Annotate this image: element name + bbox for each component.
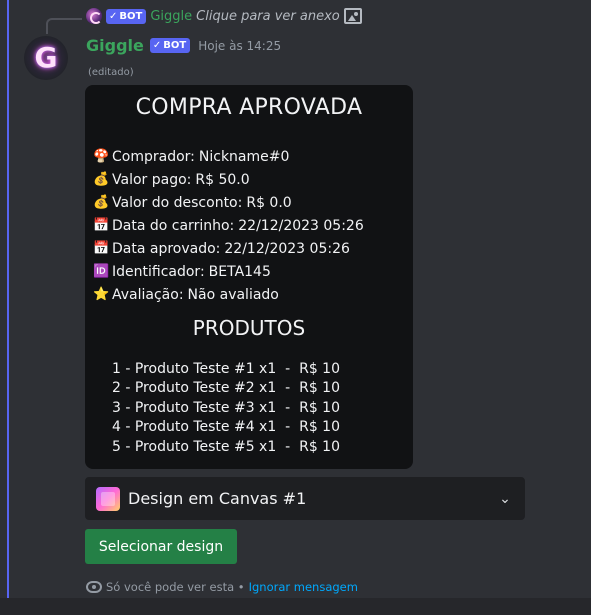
product-item: 5 - Produto Teste #5 x1 - R$ 10: [112, 438, 340, 455]
money-icon: 💰: [93, 195, 110, 210]
info-label: Identificador:: [112, 263, 205, 280]
reply-preview[interactable]: ✓ BOT Giggle Clique para ver anexo: [86, 8, 362, 24]
product-item: 2 - Produto Teste #2 x1 - R$ 10: [112, 380, 340, 397]
product-item: 1 - Produto Teste #1 x1 - R$ 10: [112, 361, 340, 377]
star-icon: ⭐: [93, 287, 110, 302]
products-title: PRODUTOS: [192, 316, 306, 340]
info-row-discount: 💰 Valor do desconto: R$ 0.0: [93, 191, 364, 214]
info-value: 22/12/2023 05:26: [224, 240, 350, 257]
info-label: Comprador:: [112, 148, 195, 165]
receipt-info: 🍄 Comprador: Nickname#0 💰 Valor pago: R$…: [93, 145, 364, 306]
check-icon: ✓: [109, 10, 118, 22]
edited-label: (editado): [88, 67, 134, 78]
id-icon: 🆔: [93, 264, 110, 279]
info-label: Data do carrinho:: [112, 217, 235, 234]
chevron-down-icon[interactable]: ⌄: [496, 491, 514, 507]
info-label: Data aprovado:: [112, 240, 221, 257]
info-value: R$ 0.0: [246, 194, 292, 211]
info-value: R$ 50.0: [195, 171, 250, 188]
info-row-buyer: 🍄 Comprador: Nickname#0: [93, 145, 364, 168]
info-value: Nickname#0: [198, 148, 290, 165]
info-row-paid: 💰 Valor pago: R$ 50.0: [93, 168, 364, 191]
select-value: Design em Canvas #1: [128, 489, 307, 508]
info-row-rating: ⭐ Avaliação: Não avaliado: [93, 283, 364, 306]
calendar-icon: 📅: [93, 241, 110, 256]
reply-avatar[interactable]: [86, 8, 102, 24]
products-list: 1 - Produto Teste #1 x1 - R$ 10 2 - Prod…: [112, 361, 340, 458]
reply-bot-badge: ✓ BOT: [106, 8, 147, 24]
bottom-strip: [0, 598, 591, 615]
calendar-icon: 📅: [93, 218, 110, 233]
info-label: Valor do desconto:: [112, 194, 243, 211]
reply-author[interactable]: Giggle: [150, 9, 192, 24]
info-row-identifier: 🆔 Identificador: BETA145: [93, 260, 364, 283]
check-icon: ✓: [152, 40, 162, 51]
info-value: BETA145: [208, 263, 271, 280]
reply-spine: [46, 18, 82, 34]
select-design-button[interactable]: Selecionar design: [85, 529, 237, 564]
info-row-cart-date: 📅 Data do carrinho: 22/12/2023 05:26: [93, 214, 364, 237]
bot-badge-label: BOT: [163, 40, 187, 51]
avatar[interactable]: G: [24, 36, 68, 80]
author-name[interactable]: Giggle: [86, 36, 144, 55]
info-row-approved-date: 📅 Data aprovado: 22/12/2023 05:26: [93, 237, 364, 260]
dismiss-message-link[interactable]: Ignorar mensagem: [249, 580, 358, 594]
product-item: 3 - Produto Teste #3 x1 - R$ 10: [112, 399, 340, 416]
highlight-bar: [7, 0, 9, 598]
bot-badge: ✓ BOT: [149, 38, 191, 53]
eye-icon: [86, 581, 102, 593]
product-item: 4 - Produto Teste #4 x1 - R$ 10: [112, 419, 340, 436]
buyer-icon: 🍄: [93, 149, 110, 164]
design-select-menu[interactable]: Design em Canvas #1 ⌄: [85, 477, 525, 520]
info-value: Não avaliado: [187, 286, 279, 303]
info-label: Avaliação:: [112, 286, 184, 303]
receipt-title: COMPRA APROVADA: [135, 95, 363, 120]
money-icon: 💰: [93, 172, 110, 187]
avatar-logo: G: [34, 41, 58, 74]
receipt-image[interactable]: COMPRA APROVADA 🍄 Comprador: Nickname#0 …: [85, 85, 413, 469]
info-value: 22/12/2023 05:26: [238, 217, 364, 234]
bot-badge-label: BOT: [119, 10, 143, 22]
ephemeral-text: Só você pode ver esta •: [106, 580, 245, 594]
canvas-design-icon: [96, 486, 120, 511]
image-icon: [343, 8, 362, 24]
ephemeral-notice: Só você pode ver esta • Ignorar mensagem: [86, 580, 358, 594]
info-label: Valor pago:: [112, 171, 192, 188]
message-header: Giggle ✓ BOT Hoje às 14:25: [86, 36, 281, 55]
reply-text[interactable]: Clique para ver anexo: [196, 9, 340, 24]
timestamp[interactable]: Hoje às 14:25: [198, 39, 281, 53]
